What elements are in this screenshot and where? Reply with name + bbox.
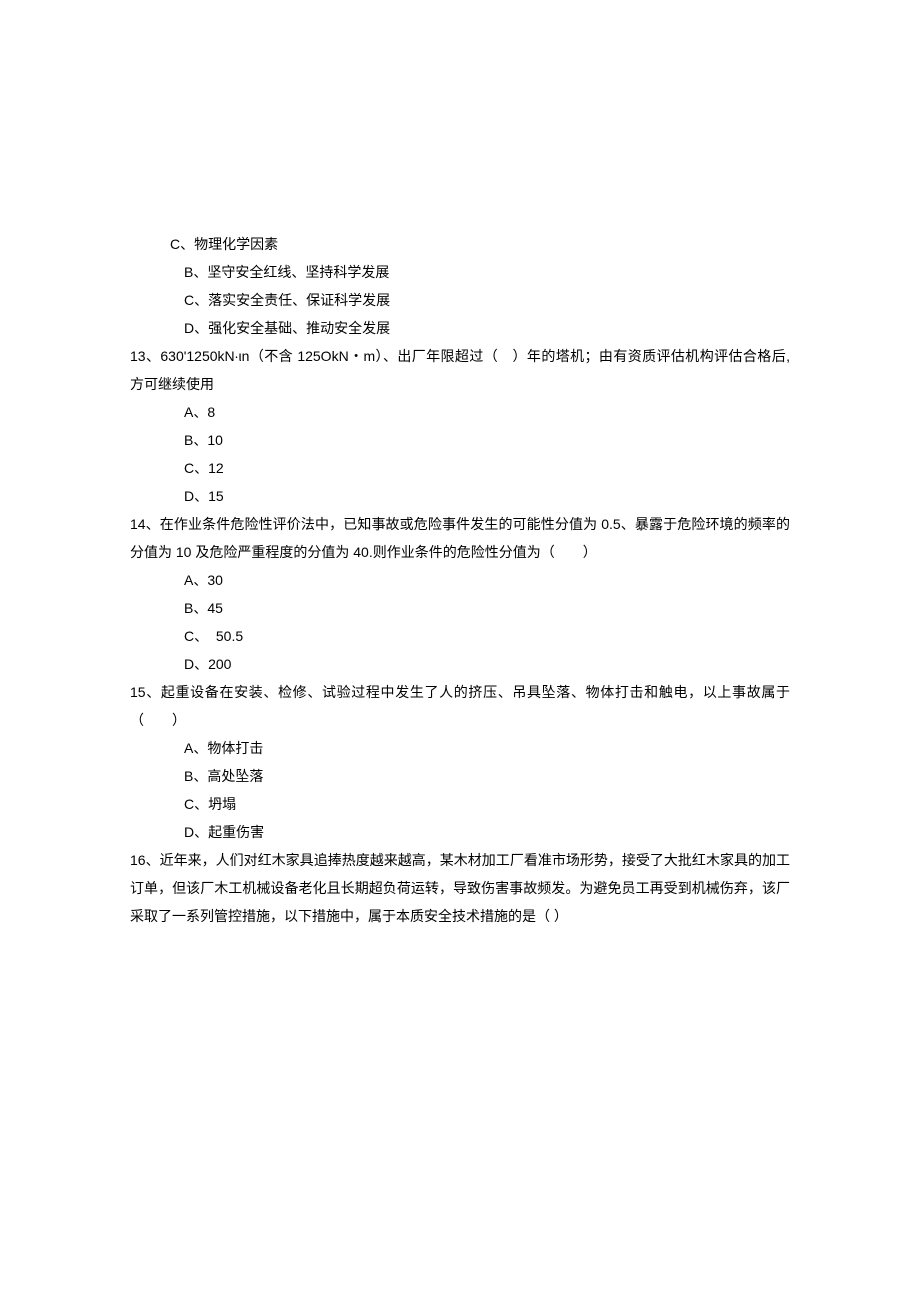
option-text: C、落实安全责任、保证科学发展 [130,286,790,314]
option-text: D、200 [130,650,790,678]
document-content: C、物理化学因素B、坚守安全红线、坚持科学发展C、落实安全责任、保证科学发展D、… [130,230,790,930]
option-text: C、 50.5 [130,622,790,650]
option-text: D、强化安全基础、推动安全发展 [130,314,790,342]
option-text: B、坚守安全红线、坚持科学发展 [130,258,790,286]
option-text: B、10 [130,426,790,454]
question-text: 14、在作业条件危险性评价法中，已知事故或危险事件发生的可能性分值为 0.5、暴… [130,510,790,566]
question-text: 16、近年来，人们对红木家具追捧热度越来越高，某木材加工厂看准市场形势，接受了大… [130,846,790,930]
question-text: 13、630'1250kN∙ιn（不含 125OkN・m）、出厂年限超过（ ）年… [130,342,790,398]
option-text: C、物理化学因素 [130,230,790,258]
option-text: C、12 [130,454,790,482]
option-text: D、15 [130,482,790,510]
option-text: B、高处坠落 [130,762,790,790]
option-text: C、坍塌 [130,790,790,818]
option-text: B、45 [130,594,790,622]
option-text: A、30 [130,566,790,594]
question-text: 15、起重设备在安装、检修、试验过程中发生了人的挤压、吊具坠落、物体打击和触电，… [130,678,790,734]
option-text: A、物体打击 [130,734,790,762]
option-text: D、起重伤害 [130,818,790,846]
option-text: A、8 [130,398,790,426]
